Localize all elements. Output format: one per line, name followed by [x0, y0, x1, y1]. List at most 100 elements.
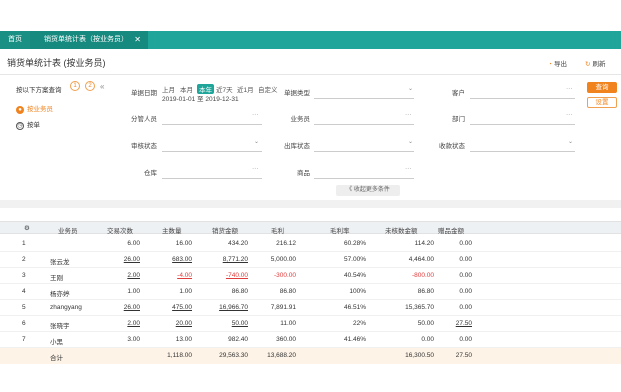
table-row[interactable]: 2 张云龙 26.00 683.00 8,771.20 5,000.00 57.00% 4,4…: [0, 252, 621, 268]
row-number: 3: [22, 272, 26, 279]
refresh-button[interactable]: ↻ 刷新: [585, 58, 605, 68]
table-row[interactable]: 7 小黑 3.00 13.00 982.40 360.00 41.46% 0.00 0.00: [0, 332, 621, 348]
trades-cell[interactable]: 2.00: [100, 320, 140, 327]
dept-label: 部门: [452, 116, 465, 123]
quick-item-by-order[interactable]: ◷ 按单: [16, 119, 40, 130]
total-row: 合计 1,118.00 29,563.30 13,688.20 16,300.50 27.…: [0, 348, 621, 364]
receipt-label: 收款状态: [439, 143, 465, 150]
row-number: 6: [22, 320, 26, 327]
tab-home[interactable]: 首页: [0, 31, 30, 49]
filter-panel: 按以下方案查询 1 2 « ● 按业务员 ◷ 按单 单据日期 上月 本月 本年 近7…: [0, 76, 621, 200]
clock-icon: ◷: [16, 122, 24, 130]
customer-label: 客户: [452, 90, 465, 97]
unpaid-cell: 50.00: [417, 320, 434, 327]
col-amount[interactable]: 销货金额: [212, 225, 238, 235]
title-bar: 销货单统计表 (按业务员) ◔ 导出 ↻ 刷新: [0, 49, 621, 75]
qty-cell[interactable]: 683.00: [148, 256, 192, 263]
doc-type-label: 单据类型: [284, 90, 310, 97]
amount-cell[interactable]: 8,771.20: [200, 256, 248, 263]
settings-button[interactable]: 设置: [587, 97, 617, 108]
col-unpaid[interactable]: 未核数金额: [385, 225, 418, 235]
gift-cell: 0.00: [459, 272, 472, 279]
table-row[interactable]: 5 zhangyang 26.00 475.00 16,966.70 7,891.91 46…: [0, 300, 621, 316]
manager-input[interactable]: [162, 124, 262, 125]
gift-cell[interactable]: 27.50: [438, 320, 472, 327]
chevron-down-icon[interactable]: ⌄: [408, 85, 413, 92]
chevron-down-icon[interactable]: ⌄: [408, 138, 413, 145]
row-number: 5: [22, 304, 26, 311]
warehouse-input[interactable]: [162, 178, 262, 179]
profit-cell: 216.12: [276, 240, 296, 247]
period-1-month[interactable]: 近1月: [237, 84, 254, 94]
more-dots-icon[interactable]: ···: [252, 165, 259, 172]
col-salesman[interactable]: 业务员: [58, 225, 78, 235]
trades-cell[interactable]: 26.00: [100, 304, 140, 311]
chevron-down-icon[interactable]: ⌄: [254, 138, 259, 145]
dept-input[interactable]: [470, 124, 575, 125]
product-input[interactable]: [314, 178, 414, 179]
qty-cell[interactable]: -4.00: [148, 272, 192, 279]
customer-input[interactable]: [470, 98, 575, 99]
amount-cell[interactable]: -740.00: [200, 272, 248, 279]
qty-cell: 13.00: [175, 336, 192, 343]
export-button[interactable]: ◔ 导出: [548, 58, 567, 68]
gift-cell: 0.00: [459, 336, 472, 343]
rate-cell: 41.46%: [343, 336, 366, 343]
chevron-down-icon[interactable]: ⌄: [568, 138, 573, 145]
receipt-select[interactable]: [470, 151, 575, 152]
tab-sales-by-salesman[interactable]: 销货单统计表（按业务员） ✕: [30, 31, 148, 49]
salesman-input[interactable]: [314, 124, 414, 125]
col-gift[interactable]: 赠品金额: [438, 225, 464, 235]
more-dots-icon[interactable]: ···: [405, 111, 412, 118]
review-select[interactable]: [162, 151, 262, 152]
gift-cell: 0.00: [459, 304, 472, 311]
col-profit[interactable]: 毛利: [271, 225, 284, 235]
toggle-more-conditions-button[interactable]: 《 收起更多条件: [336, 185, 400, 196]
profit-cell: 11.00: [280, 320, 296, 327]
amount-cell: 982.40: [228, 336, 248, 343]
gift-cell: 0.00: [459, 288, 472, 295]
date-range[interactable]: 2019-01-01 至 2019-12-31: [162, 93, 239, 103]
table-row[interactable]: 1 6.00 16.00 434.20 216.12 60.28% 114.20 0.00: [0, 236, 621, 252]
more-dots-icon[interactable]: ···: [566, 85, 573, 92]
amount-cell: 434.20: [228, 240, 248, 247]
unpaid-cell: 0.00: [421, 336, 434, 343]
col-trades[interactable]: 交易次数: [107, 225, 133, 235]
close-icon[interactable]: ✕: [134, 31, 141, 49]
more-dots-icon[interactable]: ···: [405, 165, 412, 172]
row-number: 2: [22, 256, 26, 263]
salesman-cell: 张晓宇: [50, 323, 70, 330]
more-dots-icon[interactable]: ···: [252, 111, 259, 118]
total-profit: 13,688.20: [267, 352, 296, 359]
trades-cell: 3.00: [127, 336, 140, 343]
col-qty[interactable]: 主数量: [162, 225, 182, 235]
trades-cell[interactable]: 26.00: [100, 256, 140, 263]
collapse-icon[interactable]: «: [100, 82, 104, 91]
rate-cell: 60.28%: [343, 240, 366, 247]
qty-cell[interactable]: 20.00: [148, 320, 192, 327]
rate-cell: 100%: [349, 288, 366, 295]
outbound-select[interactable]: [314, 151, 414, 152]
trades-cell: 6.00: [127, 240, 140, 247]
more-dots-icon[interactable]: ···: [566, 111, 573, 118]
page-title: 销货单统计表 (按业务员): [7, 58, 106, 68]
doc-type-select[interactable]: [314, 98, 414, 99]
qty-cell[interactable]: 475.00: [148, 304, 192, 311]
total-gift: 27.50: [455, 352, 472, 359]
col-rate[interactable]: 毛利率: [330, 225, 350, 235]
scheme-2-badge[interactable]: 2: [85, 81, 95, 91]
table-row[interactable]: 6 张晓宇 2.00 20.00 50.00 11.00 22% 50.00 27.50: [0, 316, 621, 332]
query-button[interactable]: 查询: [587, 82, 617, 93]
scheme-1-badge[interactable]: 1: [70, 81, 80, 91]
table-row[interactable]: 3 王刚 2.00 -4.00 -740.00 -300.00 40.54% -800.00 0…: [0, 268, 621, 284]
unpaid-cell: 114.20: [414, 240, 434, 247]
amount-cell[interactable]: 16,966.70: [200, 304, 248, 311]
qty-cell: 16.00: [175, 240, 192, 247]
amount-cell[interactable]: 50.00: [200, 320, 248, 327]
table-row[interactable]: 4 杨亦婷 1.00 1.00 86.80 86.80 100% 86.80 0.00: [0, 284, 621, 300]
quick-item-by-salesman[interactable]: ● 按业务员: [16, 103, 53, 114]
row-number: 4: [22, 288, 26, 295]
gear-icon[interactable]: ⚙: [24, 224, 30, 232]
grid-header: ⚙ 业务员 交易次数 主数量 销货金额 毛利 毛利率 未核数金额 赠品金额: [0, 221, 621, 235]
trades-cell[interactable]: 2.00: [100, 272, 140, 279]
